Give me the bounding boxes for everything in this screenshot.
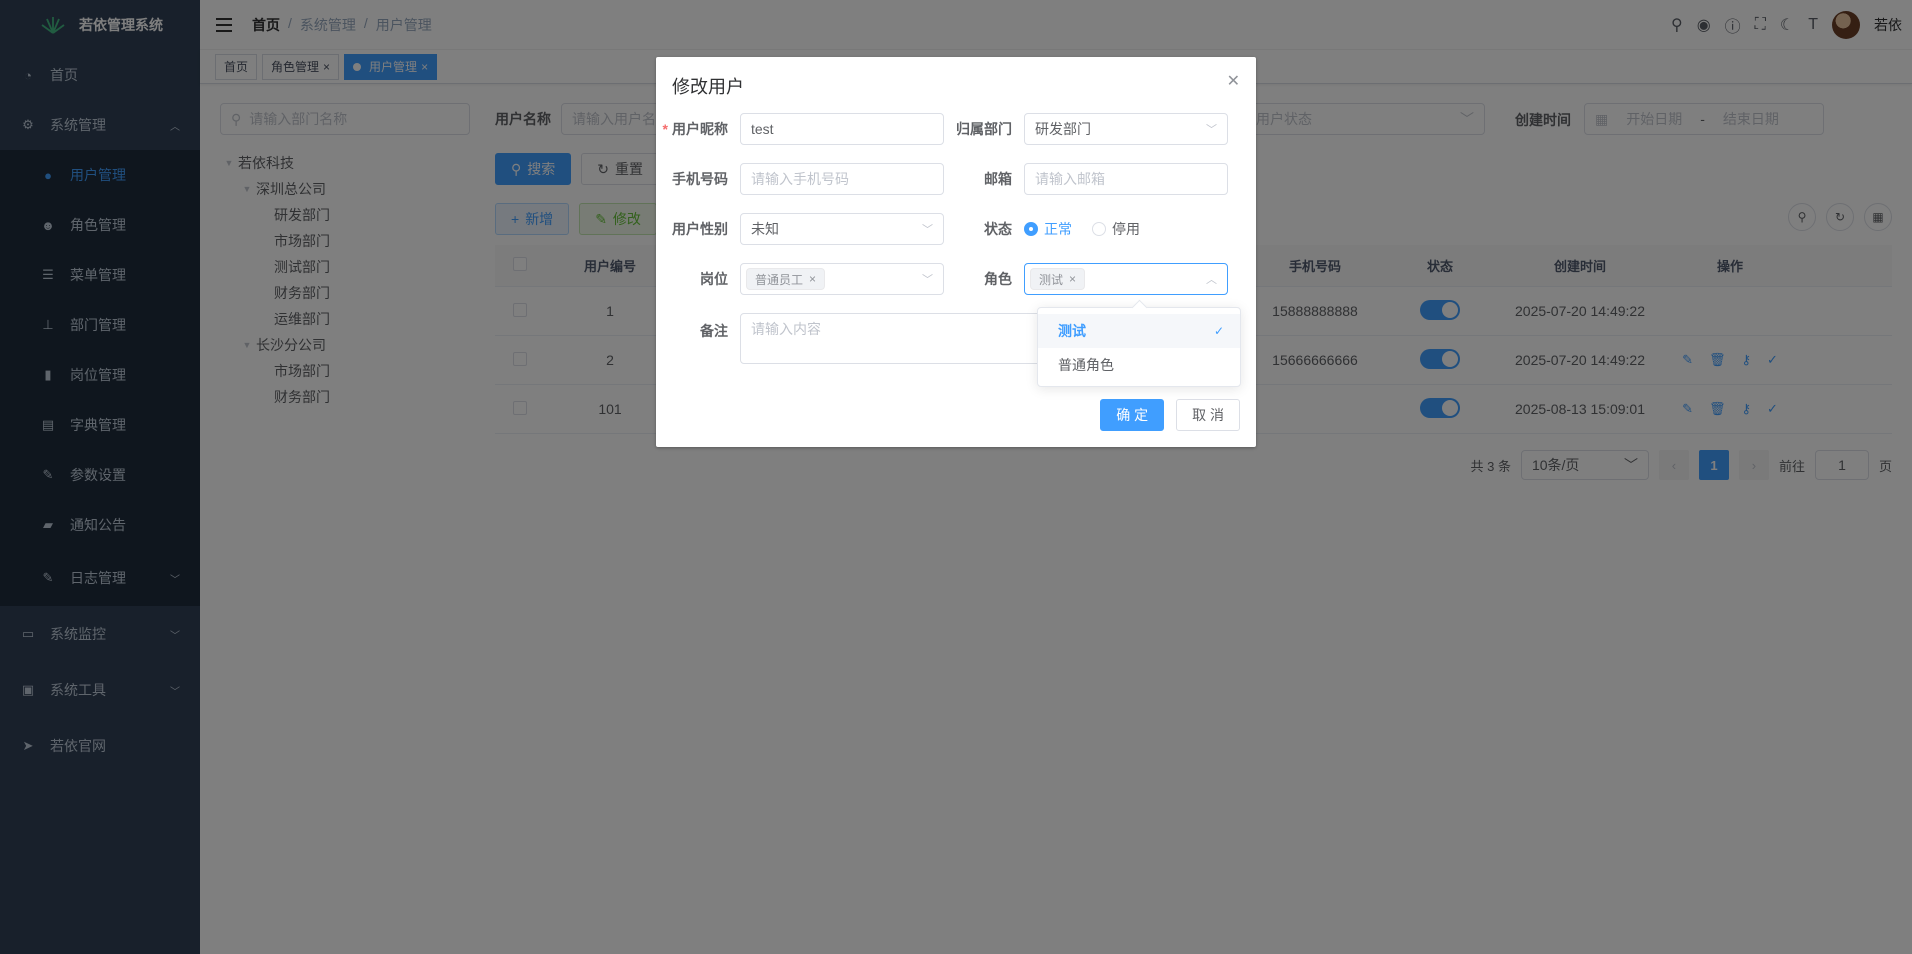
- chevron-down-icon: ﹀: [922, 224, 933, 236]
- post-select[interactable]: 普通员工 × ﹀: [740, 263, 944, 295]
- form-row: 手机号码 请输入手机号码 邮箱 请输入邮箱: [656, 163, 1228, 195]
- phone-label: 手机号码: [672, 171, 728, 187]
- chevron-down-icon: ﹀: [1206, 124, 1217, 136]
- label-text: 用户昵称: [672, 121, 728, 137]
- edit-user-dialog: 修改用户 ✕ * 用户昵称 test 归属部门 研发部门 ﹀ 手机号码 请输入手机…: [656, 57, 1256, 447]
- dept-label: 归属部门: [956, 121, 1012, 137]
- dept-value: 研发部门: [1035, 121, 1091, 137]
- form-row: 岗位 普通员工 × ﹀ 角色 测试 × ︿: [656, 263, 1228, 295]
- chevron-up-icon: ︿: [1206, 274, 1217, 286]
- cancel-button[interactable]: 取 消: [1176, 399, 1240, 431]
- chevron-down-icon: ﹀: [922, 274, 933, 286]
- dialog-footer: 确 定 取 消: [1100, 399, 1240, 431]
- post-chip: 普通员工 ×: [746, 268, 826, 290]
- nickname-input[interactable]: test: [740, 113, 944, 145]
- nickname-label: * 用户昵称: [662, 121, 728, 137]
- dept-select[interactable]: 研发部门 ﹀: [1024, 113, 1228, 145]
- remark-label: 备注: [700, 323, 728, 339]
- role-chip: 测试 ×: [1030, 268, 1086, 290]
- role-select[interactable]: 测试 × ︿: [1024, 263, 1228, 295]
- check-icon: ✓: [1213, 324, 1224, 338]
- dialog-title: 修改用户: [672, 77, 744, 97]
- phone-input[interactable]: 请输入手机号码: [740, 163, 944, 195]
- status-normal-radio[interactable]: 正常: [1024, 219, 1072, 239]
- role-option-common[interactable]: 普通角色: [1038, 348, 1240, 382]
- form-row: * 用户昵称 test 归属部门 研发部门 ﹀: [656, 113, 1228, 145]
- email-label: 邮箱: [984, 171, 1012, 187]
- close-icon[interactable]: ✕: [1227, 71, 1240, 91]
- radio-label: 正常: [1044, 221, 1072, 237]
- close-icon[interactable]: ×: [1069, 272, 1076, 286]
- role-dropdown: 测试 ✓ 普通角色: [1037, 307, 1241, 387]
- gender-select[interactable]: 未知 ﹀: [740, 213, 944, 245]
- status-disabled-radio[interactable]: 停用: [1092, 219, 1140, 239]
- option-label: 普通角色: [1058, 357, 1114, 373]
- status-radio-group: 正常 停用: [1024, 219, 1160, 239]
- chip-label: 测试: [1039, 272, 1064, 287]
- role-label: 角色: [984, 271, 1012, 287]
- confirm-button[interactable]: 确 定: [1100, 399, 1165, 431]
- option-label: 测试: [1058, 323, 1086, 339]
- radio-label: 停用: [1112, 221, 1140, 237]
- gender-value: 未知: [751, 221, 779, 237]
- gender-label: 用户性别: [672, 221, 728, 237]
- chip-label: 普通员工: [755, 272, 804, 287]
- role-option-test[interactable]: 测试 ✓: [1038, 314, 1240, 348]
- status-label: 状态: [984, 221, 1012, 237]
- close-icon[interactable]: ×: [809, 272, 816, 286]
- email-input[interactable]: 请输入邮箱: [1024, 163, 1228, 195]
- post-label: 岗位: [700, 271, 728, 287]
- form-row: 用户性别 未知 ﹀ 状态 正常 停用: [656, 213, 1160, 245]
